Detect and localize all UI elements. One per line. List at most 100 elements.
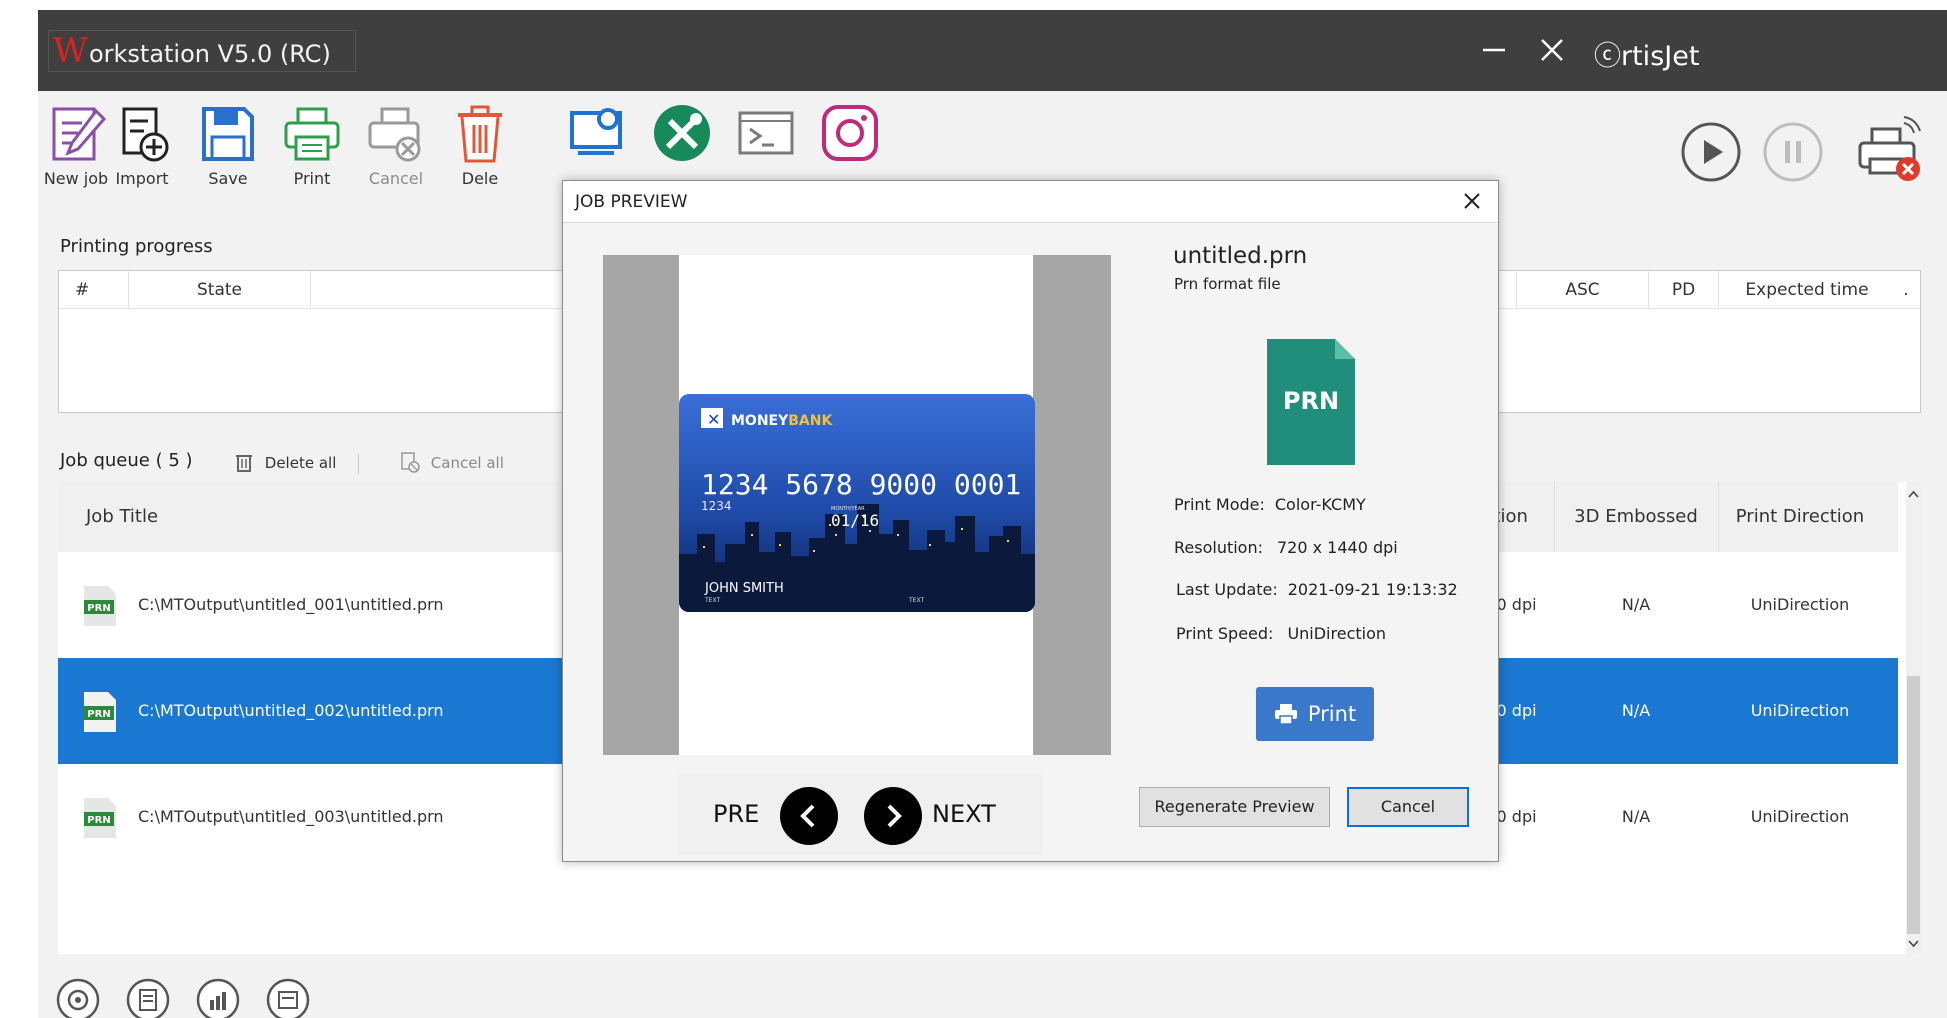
printer-offline-icon xyxy=(1858,116,1921,181)
job-print-direction: UniDirection xyxy=(1750,595,1850,614)
prev-label[interactable]: PRE xyxy=(713,773,759,855)
info-print-speed: Print Speed: UniDirection xyxy=(1176,624,1386,643)
preview-file-name: untitled.prn xyxy=(1173,243,1308,269)
job-embossed: N/A xyxy=(1621,807,1651,826)
play-icon xyxy=(1681,122,1741,182)
progress-col-pd: PD xyxy=(1649,271,1719,309)
prn-file-icon: PRN xyxy=(84,586,116,626)
prn-file-badge: PRN xyxy=(87,709,110,720)
queue-col-print-direction: Print Direction xyxy=(1735,506,1865,527)
preview-area: ✕ MONEYBANK 1234 5678 9000 0001 1234 MON… xyxy=(603,255,1111,755)
new-job-button[interactable]: New job xyxy=(38,97,114,188)
delete-button[interactable]: Dele xyxy=(442,97,518,188)
job-print-direction: UniDirection xyxy=(1750,807,1850,826)
terminal-icon xyxy=(738,111,794,155)
queue-scrollbar[interactable] xyxy=(1906,482,1921,954)
console-button[interactable] xyxy=(728,97,804,169)
prn-document-icon: PRN xyxy=(1267,339,1355,465)
job-path: C:\MTOutput\untitled_001\untitled.prn xyxy=(138,595,444,614)
card-number-small: 1234 xyxy=(701,499,732,513)
progress-col-index: # xyxy=(59,271,129,309)
app-title-text: orkstation V5.0 (RC) xyxy=(88,40,331,68)
printer-icon xyxy=(284,107,340,161)
import-label: Import xyxy=(115,169,169,188)
queue-col-job-title: Job Title xyxy=(86,506,159,527)
report-icon[interactable] xyxy=(126,978,170,1018)
title-bar: Workstation V5.0 (RC) ⓒrtisJet xyxy=(38,10,1947,91)
save-button[interactable]: Save xyxy=(190,97,266,188)
import-button[interactable]: Import xyxy=(104,97,180,188)
printer-status-button[interactable] xyxy=(1854,111,1928,191)
close-icon xyxy=(1541,39,1563,61)
preview-margin-right xyxy=(1033,255,1111,755)
prn-file-badge: PRN xyxy=(87,603,110,614)
save-icon xyxy=(202,107,254,161)
regenerate-preview-button[interactable]: Regenerate Preview xyxy=(1139,787,1330,827)
import-icon xyxy=(122,107,169,162)
cancel-button[interactable]: Cancel xyxy=(358,97,434,188)
close-window-button[interactable] xyxy=(1528,26,1576,74)
tools-button[interactable] xyxy=(644,97,720,169)
queue-bar-divider xyxy=(358,454,359,474)
monitor-gear-icon xyxy=(570,108,622,155)
info-label: Print Mode: xyxy=(1174,495,1265,514)
progress-col-state: State xyxy=(129,271,311,309)
dialog-print-label: Print xyxy=(1307,702,1357,726)
card-expiry: 01/16 xyxy=(831,511,879,530)
info-label: Resolution: xyxy=(1174,538,1263,557)
prn-file-badge: PRN xyxy=(87,815,110,826)
card-number: 1234 5678 9000 0001 xyxy=(701,468,1021,501)
job-embossed: N/A xyxy=(1621,701,1651,720)
job-queue-label: Job queue ( 5 ) xyxy=(60,450,193,471)
info-value: 2021-09-21 19:13:32 xyxy=(1287,580,1458,599)
dialog-title: JOB PREVIEW xyxy=(575,192,688,212)
dialog-cancel-button[interactable]: Cancel xyxy=(1347,787,1469,827)
prev-button[interactable] xyxy=(780,787,838,845)
queue-col-embossed: 3D Embossed xyxy=(1574,506,1698,527)
prn-file-icon: PRN xyxy=(84,798,116,838)
info-label: Print Speed: xyxy=(1176,624,1274,643)
statistics-icon[interactable] xyxy=(196,978,240,1018)
scroll-down-icon[interactable] xyxy=(1906,936,1921,952)
dialog-print-button[interactable]: Print xyxy=(1256,687,1374,741)
info-print-mode: Print Mode: Color-KCMY xyxy=(1174,495,1366,514)
cancel-all-button[interactable]: Cancel all xyxy=(400,448,504,478)
tools-icon xyxy=(654,105,710,161)
new-job-label: New job xyxy=(43,169,109,188)
trash-icon xyxy=(458,105,502,163)
delete-label: Dele xyxy=(461,169,499,188)
job-path: C:\MTOutput\untitled_002\untitled.prn xyxy=(138,701,444,720)
camera-button[interactable] xyxy=(812,97,888,169)
save-label: Save xyxy=(208,169,248,188)
info-value: 720 x 1440 dpi xyxy=(1277,538,1398,557)
dialog-close-icon[interactable] xyxy=(1462,191,1482,211)
info-value: Color-KCMY xyxy=(1274,495,1366,514)
delete-all-label: Delete all xyxy=(264,454,337,472)
cancel-label: Cancel xyxy=(368,169,424,188)
next-label[interactable]: NEXT xyxy=(932,773,996,855)
minimize-button[interactable] xyxy=(1470,26,1518,74)
camera-icon xyxy=(822,105,878,161)
queue-scrollbar-thumb[interactable] xyxy=(1907,676,1920,934)
printer-icon xyxy=(1274,704,1297,725)
info-label: Last Update: xyxy=(1176,580,1278,599)
preview-file-type: Prn format file xyxy=(1174,275,1281,293)
brand-logo: ⓒrtisJet xyxy=(1594,41,1700,72)
preview-margin-left xyxy=(603,255,679,755)
settings-gear-icon[interactable] xyxy=(56,978,100,1018)
scroll-up-icon[interactable] xyxy=(1906,486,1921,502)
delete-all-button[interactable]: Delete all xyxy=(234,448,336,478)
print-button[interactable]: Print xyxy=(274,97,350,188)
printing-progress-label: Printing progress xyxy=(60,236,213,257)
job-path: C:\MTOutput\untitled_003\untitled.prn xyxy=(138,807,444,826)
cancel-doc-icon xyxy=(401,452,420,473)
app-title-initial: W xyxy=(53,31,88,71)
prn-file-icon: PRN xyxy=(84,692,116,732)
pause-button[interactable] xyxy=(1762,121,1824,187)
api-icon[interactable] xyxy=(266,978,310,1018)
card-text-a: TEXT xyxy=(704,597,720,604)
next-button[interactable] xyxy=(864,787,922,845)
device-settings-button[interactable] xyxy=(560,97,636,169)
start-button[interactable] xyxy=(1680,121,1742,187)
job-preview-dialog: JOB PREVIEW ✕ MONEYBANK 1234 5678 9000 0… xyxy=(562,180,1499,862)
